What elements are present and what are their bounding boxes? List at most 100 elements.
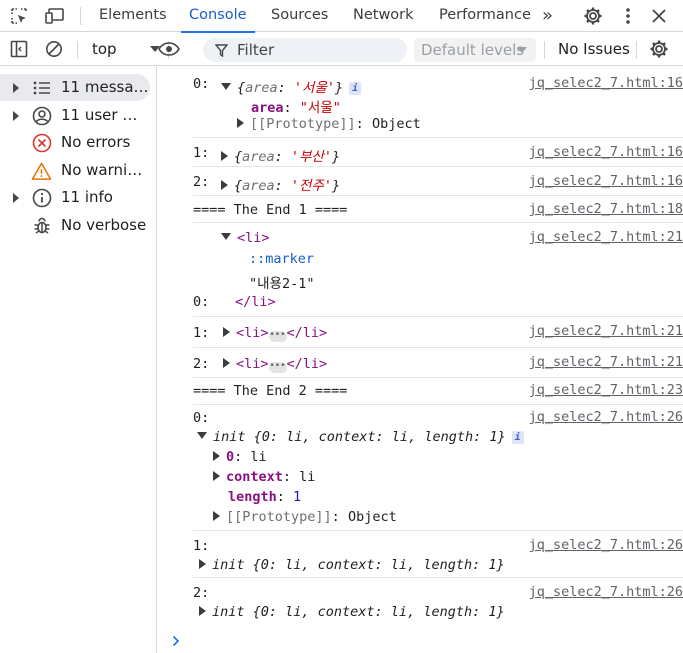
close-icon[interactable]: [649, 6, 669, 26]
tab-network[interactable]: Network: [353, 0, 414, 32]
sidebar-item-user-messages[interactable]: 11 user messages: [0, 102, 156, 129]
object-summary[interactable]: {area: '부산'}: [221, 145, 340, 165]
expand-arrow-icon[interactable]: [221, 180, 228, 190]
source-link[interactable]: jq_selec2_7.html:23: [529, 382, 683, 398]
source-link[interactable]: jq_selec2_7.html:26: [529, 537, 683, 553]
object-summary[interactable]: init {0: li, context: li, length: 1}: [199, 604, 505, 620]
index-label: 0:: [193, 294, 210, 310]
expand-arrow-icon[interactable]: [213, 471, 220, 481]
property-line[interactable]: 0: li: [213, 449, 267, 465]
filter-icon: [215, 44, 228, 57]
console-settings-gear-icon[interactable]: [649, 39, 669, 59]
error-icon: [31, 132, 52, 153]
index-label: 1:: [193, 325, 210, 341]
expand-arrow-icon[interactable]: [223, 358, 230, 368]
source-link[interactable]: jq_selec2_7.html:16: [529, 173, 683, 189]
expand-arrow-icon[interactable]: [213, 511, 220, 521]
property-line: area: "서울": [251, 100, 341, 116]
expand-arrow-icon[interactable]: [221, 151, 228, 161]
sidebar-item-label: No verbose: [61, 216, 147, 234]
source-link[interactable]: jq_selec2_7.html:26: [529, 584, 683, 600]
log-message: 0: {area: '서울'} i jq_selec2_7.html:16 are…: [193, 67, 683, 138]
source-link[interactable]: jq_selec2_7.html:16: [529, 75, 683, 91]
expand-arrow-icon[interactable]: [237, 118, 244, 128]
object-summary[interactable]: init {0: li, context: li, length: 1} i: [197, 429, 524, 445]
console-toolbar: top Filter Default levels No Issues: [0, 33, 683, 66]
object-summary[interactable]: {area: '전주'}: [221, 174, 340, 194]
source-link[interactable]: jq_selec2_7.html:18: [529, 201, 683, 217]
index-label: 0:: [193, 76, 210, 92]
sidebar-item-label: No warnings: [61, 161, 149, 179]
issues-button[interactable]: No Issues: [558, 33, 630, 66]
expand-arrow-icon[interactable]: [13, 83, 19, 93]
divider: [80, 7, 81, 25]
console-sidebar: 11 messages 11 user messages No errors N…: [0, 67, 157, 653]
index-label: 2:: [193, 356, 210, 372]
context-selector[interactable]: top: [92, 33, 117, 66]
source-link[interactable]: jq_selec2_7.html:21: [529, 323, 683, 339]
log-message: 1: jq_selec2_7.html:26 init {0: li, cont…: [193, 531, 683, 578]
inspect-element-icon[interactable]: [9, 6, 29, 26]
sidebar-item-messages[interactable]: 11 messages: [0, 74, 150, 101]
element-node[interactable]: <li>: [221, 230, 270, 246]
tab-performance[interactable]: Performance: [439, 0, 531, 32]
sidebar-item-warnings[interactable]: No warnings: [0, 157, 156, 184]
expand-arrow-icon[interactable]: [213, 451, 220, 461]
log-levels-dropdown[interactable]: Default levels: [414, 38, 536, 62]
object-summary[interactable]: init {0: li, context: li, length: 1}: [199, 557, 505, 573]
closing-tag[interactable]: </li>: [235, 294, 276, 310]
expand-arrow-icon[interactable]: [13, 193, 19, 203]
source-link[interactable]: jq_selec2_7.html:21: [529, 354, 683, 370]
tab-console[interactable]: Console: [181, 0, 255, 33]
expand-arrow-icon[interactable]: [221, 233, 231, 240]
settings-gear-icon[interactable]: [583, 6, 603, 26]
expand-arrow-icon[interactable]: [199, 606, 206, 616]
property-line: length: 1: [228, 489, 302, 505]
more-tabs-button[interactable]: »: [542, 0, 553, 32]
sidebar-item-label: 11 info: [61, 188, 113, 206]
expand-arrow-icon[interactable]: [197, 432, 207, 439]
element-node[interactable]: <li>•••</li>: [223, 356, 327, 373]
ellipsis-icon[interactable]: •••: [268, 331, 287, 342]
log-message: 1: {area: '부산'} jq_selec2_7.html:16: [193, 138, 683, 167]
property-line[interactable]: context: li: [213, 469, 315, 485]
text-node[interactable]: "내용2-1": [249, 272, 314, 292]
source-link[interactable]: jq_selec2_7.html:26: [529, 409, 683, 425]
prototype-line[interactable]: [[Prototype]]: Object: [237, 116, 421, 132]
source-link[interactable]: jq_selec2_7.html:21: [529, 229, 683, 245]
sidebar-item-info[interactable]: 11 info: [0, 184, 156, 211]
sidebar-toggle-icon[interactable]: [9, 39, 29, 59]
expand-arrow-icon[interactable]: [199, 559, 206, 569]
divider: [77, 41, 78, 59]
more-options-icon[interactable]: [618, 6, 638, 26]
expand-arrow-icon[interactable]: [221, 83, 231, 90]
chevron-down-icon: [517, 47, 527, 53]
log-text: ==== The End 2 ====: [193, 383, 348, 399]
element-node[interactable]: <li>•••</li>: [223, 325, 327, 342]
console-prompt-icon[interactable]: [172, 633, 180, 651]
expand-arrow-icon[interactable]: [223, 327, 230, 337]
ellipsis-icon[interactable]: •••: [268, 362, 287, 373]
object-summary[interactable]: {area: '서울'} i: [221, 76, 362, 96]
clear-console-icon[interactable]: [44, 39, 64, 59]
info-badge-icon[interactable]: i: [349, 82, 362, 95]
sidebar-item-errors[interactable]: No errors: [0, 129, 156, 156]
bug-icon: [31, 215, 52, 236]
marker-pseudo-element[interactable]: ::marker: [249, 251, 314, 267]
source-link[interactable]: jq_selec2_7.html:16: [529, 144, 683, 160]
sidebar-item-verbose[interactable]: No verbose: [0, 212, 156, 239]
log-message: ==== The End 2 ==== jq_selec2_7.html:23: [193, 378, 683, 405]
log-message: 0: jq_selec2_7.html:26 init {0: li, cont…: [193, 405, 683, 531]
device-toolbar-icon[interactable]: [45, 6, 65, 26]
divider: [636, 41, 637, 59]
info-badge-icon[interactable]: i: [511, 431, 524, 444]
prototype-line[interactable]: [[Prototype]]: Object: [213, 509, 397, 525]
index-label: 2:: [193, 585, 210, 601]
filter-input[interactable]: Filter: [203, 38, 407, 62]
eye-icon[interactable]: [157, 39, 181, 59]
tab-elements[interactable]: Elements: [99, 0, 167, 32]
tab-sources[interactable]: Sources: [271, 0, 328, 32]
log-message: 2: jq_selec2_7.html:26 init {0: li, cont…: [193, 578, 683, 626]
expand-arrow-icon[interactable]: [13, 111, 19, 121]
list-icon: [31, 77, 52, 98]
